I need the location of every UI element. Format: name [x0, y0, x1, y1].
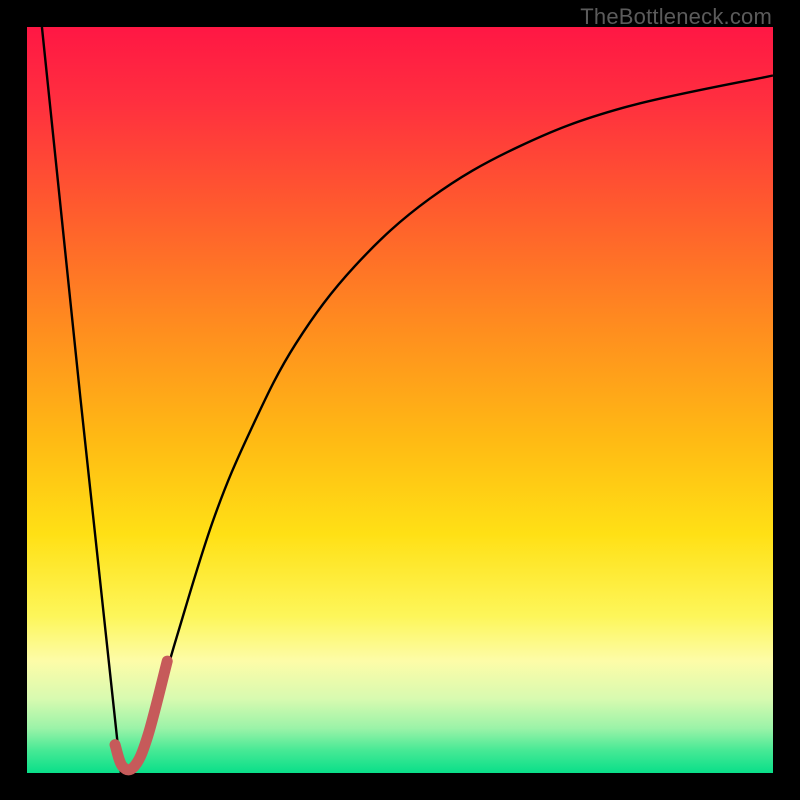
- watermark-text: TheBottleneck.com: [580, 4, 772, 30]
- chart-frame: TheBottleneck.com: [0, 0, 800, 800]
- series-bottleneck-curve: [42, 27, 773, 800]
- series-highlight-hook: [115, 661, 167, 770]
- chart-curves: [27, 27, 773, 773]
